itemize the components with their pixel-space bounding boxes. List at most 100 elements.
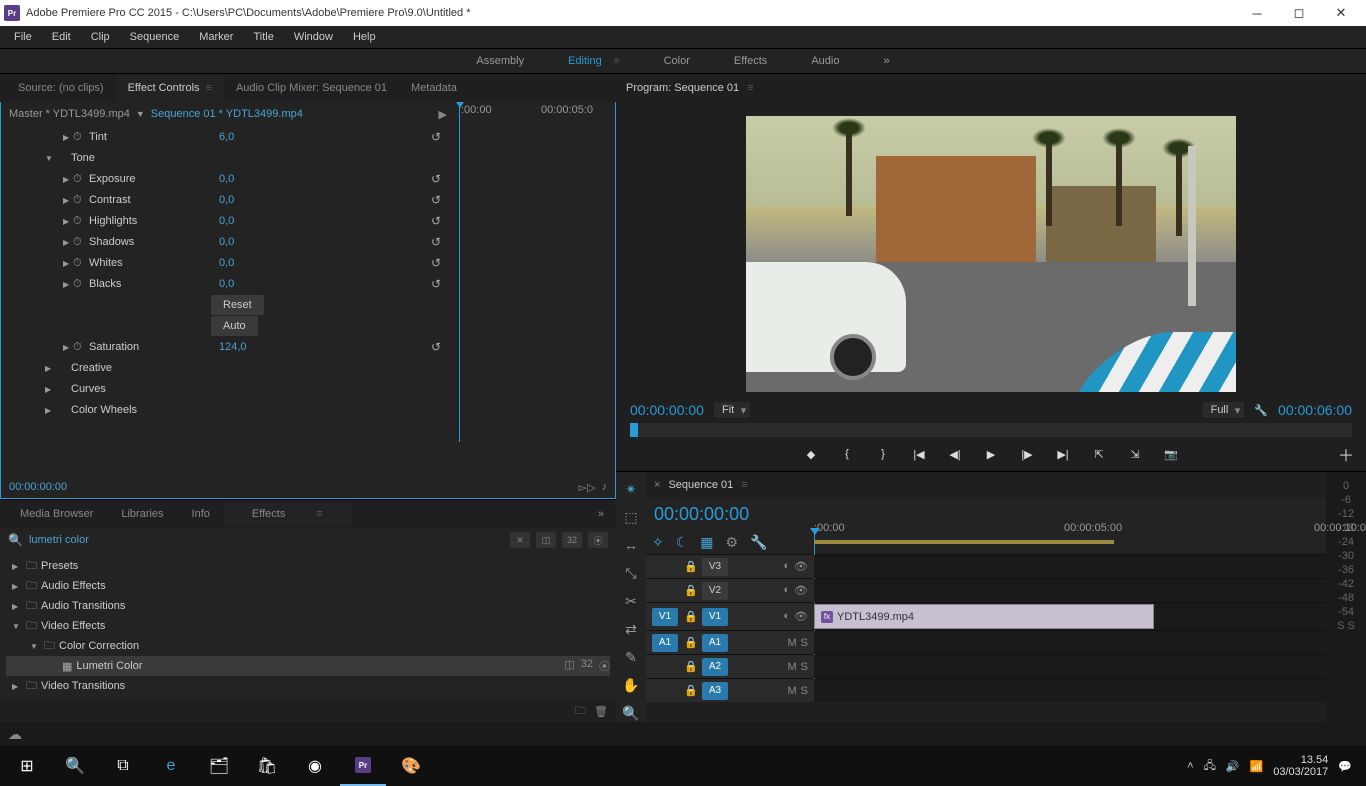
param-value[interactable]: 0,0 xyxy=(219,257,279,269)
tree-item-audio-transitions[interactable]: ▶🗀Audio Transitions xyxy=(6,596,610,616)
export-frame-button[interactable]: 📷 xyxy=(1162,448,1180,461)
disclosure-triangle-icon[interactable] xyxy=(63,175,73,184)
stopwatch-icon[interactable]: ⏱ xyxy=(73,173,89,186)
lock-icon[interactable]: 🔒 xyxy=(684,636,696,649)
stopwatch-icon[interactable]: ⏱ xyxy=(73,278,89,291)
out-point-button[interactable]: } xyxy=(874,448,892,460)
razor-tool[interactable]: ✂ xyxy=(622,592,640,610)
menu-sequence[interactable]: Sequence xyxy=(120,28,190,46)
effects-search-input[interactable] xyxy=(29,534,504,546)
track-source-a1[interactable]: A1 xyxy=(652,634,678,652)
track-target-v2[interactable]: V2 xyxy=(702,582,728,600)
tray-network-icon[interactable]: 🖧 xyxy=(1204,757,1216,776)
stopwatch-icon[interactable]: ⏱ xyxy=(73,215,89,228)
track-select-tool[interactable]: ⬚ xyxy=(622,508,640,526)
auto-button[interactable]: Auto xyxy=(211,316,258,336)
tab-media-browser[interactable]: Media Browser xyxy=(6,502,107,526)
new-bin-icon[interactable]: 🗀 xyxy=(575,702,586,721)
settings-icon[interactable]: 🔧 xyxy=(1254,404,1268,417)
disclosure-triangle-icon[interactable] xyxy=(45,385,55,394)
taskbar-search[interactable]: 🔍 xyxy=(52,746,98,786)
filter-yuv-icon[interactable]: ⦿ xyxy=(588,532,608,548)
disclosure-triangle-icon[interactable]: ▶ xyxy=(12,582,22,591)
close-sequence-button[interactable]: × xyxy=(654,479,660,491)
reset-param-icon[interactable]: ↺ xyxy=(431,193,447,207)
start-button[interactable]: ⊞ xyxy=(4,746,50,786)
track-target-a2[interactable]: A2 xyxy=(702,658,728,676)
panel-overflow[interactable]: » xyxy=(592,508,610,520)
track-target-a3[interactable]: A3 xyxy=(702,682,728,700)
tree-item-video-transitions[interactable]: ▶🗀Video Transitions xyxy=(6,676,610,696)
reset-param-icon[interactable]: ↺ xyxy=(431,172,447,186)
workspace-assembly[interactable]: Assembly xyxy=(454,51,546,71)
window-maximize-button[interactable]: ◻ xyxy=(1278,0,1320,26)
track-target-v1[interactable]: V1 xyxy=(702,608,728,626)
ec-active-clip[interactable]: Sequence 01 * YDTL3499.mp4 xyxy=(151,108,303,120)
pen-tool[interactable]: ✎ xyxy=(622,648,640,666)
stopwatch-icon[interactable]: ⏱ xyxy=(73,131,89,144)
selection-tool[interactable]: ✴ xyxy=(622,480,640,498)
param-value[interactable]: 124,0 xyxy=(219,341,279,353)
reset-button[interactable]: Reset xyxy=(211,295,264,315)
disclosure-triangle-icon[interactable] xyxy=(63,133,73,142)
lock-icon[interactable]: 🔒 xyxy=(684,684,696,697)
param-value[interactable]: 0,0 xyxy=(219,278,279,290)
lock-icon[interactable]: 🔒 xyxy=(684,560,696,573)
param-value[interactable]: 0,0 xyxy=(219,173,279,185)
marker-button[interactable]: ◆ xyxy=(802,448,820,461)
taskbar-paint[interactable]: 🎨 xyxy=(388,746,434,786)
snap-toggle[interactable]: ✧ xyxy=(652,534,664,551)
tree-item-video-effects[interactable]: ▼🗀Video Effects xyxy=(6,616,610,636)
tray-overflow-icon[interactable]: ˄ xyxy=(1187,760,1193,772)
panel-menu-icon[interactable]: ≡ xyxy=(302,502,336,526)
disclosure-triangle-icon[interactable]: ▼ xyxy=(12,622,22,631)
go-to-in-button[interactable]: |◀ xyxy=(910,448,928,461)
panel-menu-icon[interactable]: ≡ xyxy=(741,479,747,491)
disclosure-triangle-icon[interactable]: ▶ xyxy=(12,682,22,691)
ec-playhead[interactable] xyxy=(459,102,460,442)
taskbar-chrome[interactable]: ◉ xyxy=(292,746,338,786)
menu-window[interactable]: Window xyxy=(284,28,343,46)
toggle-output-icon[interactable]: ◐ xyxy=(783,610,790,623)
stopwatch-icon[interactable]: ⏱ xyxy=(73,257,89,270)
tree-item-audio-effects[interactable]: ▶🗀Audio Effects xyxy=(6,576,610,596)
search-clear-button[interactable]: ✕ xyxy=(510,532,530,548)
rate-stretch-tool[interactable]: ⤡ xyxy=(622,564,640,582)
menu-help[interactable]: Help xyxy=(343,28,386,46)
ec-timecode[interactable]: 00:00:00:00 xyxy=(9,481,67,493)
tab-audio-mixer[interactable]: Audio Clip Mixer: Sequence 01 xyxy=(224,76,399,100)
in-point-button[interactable]: { xyxy=(838,448,856,460)
tab-libraries[interactable]: Libraries xyxy=(107,502,177,526)
track-body-a3[interactable] xyxy=(814,679,1326,702)
lock-icon[interactable]: 🔒 xyxy=(684,584,696,597)
program-playhead[interactable] xyxy=(630,423,638,437)
menu-file[interactable]: File xyxy=(4,28,42,46)
delete-icon[interactable]: 🗑 xyxy=(594,705,608,718)
mute-icon[interactable]: M xyxy=(787,685,796,697)
disclosure-triangle-icon[interactable]: ▶ xyxy=(12,602,22,611)
lock-icon[interactable]: 🔒 xyxy=(684,660,696,673)
disclosure-triangle-icon[interactable] xyxy=(63,343,73,352)
tree-item-presets[interactable]: ▶🗀Presets xyxy=(6,556,610,576)
disclosure-triangle-icon[interactable] xyxy=(63,217,73,226)
taskbar-clock[interactable]: 13.54 03/03/2017 xyxy=(1273,754,1328,778)
disclosure-triangle-icon[interactable] xyxy=(63,196,73,205)
mute-icon[interactable]: M xyxy=(787,661,796,673)
timeline-settings-dropdown[interactable]: ⚙ xyxy=(726,534,739,551)
work-area-bar[interactable] xyxy=(814,540,1114,544)
creative-cloud-icon[interactable]: ☁ xyxy=(8,726,22,743)
disclosure-triangle-icon[interactable] xyxy=(45,364,55,373)
reset-param-icon[interactable]: ↺ xyxy=(431,340,447,354)
disclosure-triangle-icon[interactable] xyxy=(63,259,73,268)
toggle-output-icon[interactable]: ◐ xyxy=(783,584,790,597)
action-center-icon[interactable]: 💬 xyxy=(1338,760,1352,773)
program-zoom-selector[interactable]: Fit xyxy=(714,402,750,418)
program-resolution-selector[interactable]: Full xyxy=(1203,402,1245,418)
solo-icon[interactable]: S xyxy=(801,685,808,697)
lock-icon[interactable]: 🔒 xyxy=(684,610,696,623)
taskbar-edge[interactable]: e xyxy=(148,746,194,786)
solo-icon[interactable]: S xyxy=(801,661,808,673)
eye-icon[interactable]: 👁 xyxy=(794,584,808,597)
toggle-output-icon[interactable]: ◐ xyxy=(783,560,790,573)
hand-tool[interactable]: ✋ xyxy=(622,676,640,694)
